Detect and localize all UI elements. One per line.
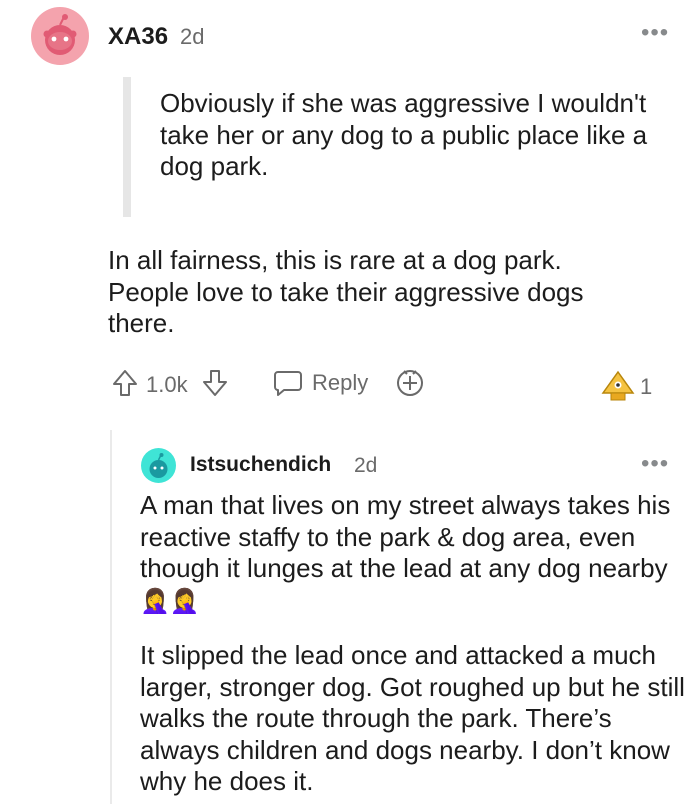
downvote-arrow-icon [203, 370, 227, 396]
comment-age: 2d [180, 24, 205, 49]
thread-line[interactable] [110, 430, 112, 804]
reply-paragraph-1: A man that lives on my street always tak… [140, 490, 685, 617]
more-options-icon[interactable]: ••• [641, 452, 669, 476]
upvote-button[interactable] [111, 368, 139, 398]
snoo-avatar-icon [149, 453, 168, 478]
facepalm-emoji: 🤦‍♀️🤦‍♀️ [140, 587, 200, 615]
helpful-award-icon [601, 370, 635, 401]
reply-button[interactable]: Reply [272, 368, 368, 398]
vote-count: 1.0k [146, 372, 188, 397]
reply-age: 2d [354, 454, 378, 477]
quote-bar [123, 77, 131, 217]
reply-paragraph-1-text: A man that lives on my street always tak… [140, 490, 671, 583]
award-badge[interactable] [600, 369, 636, 408]
upvote-arrow-icon [113, 370, 137, 396]
award-plus-icon [397, 370, 423, 396]
snoo-avatar-icon [43, 14, 77, 55]
avatar-xa36[interactable] [31, 7, 89, 65]
reply-author[interactable]: Istsuchendich [190, 453, 331, 477]
reply-bubble-icon [274, 371, 302, 396]
quoted-text: Obviously if she was aggressive I wouldn… [160, 88, 648, 181]
comment-author[interactable]: XA36 [108, 23, 168, 51]
comment-body: In all fairness, this is rare at a dog p… [108, 245, 584, 338]
award-button[interactable] [394, 367, 426, 404]
reply-paragraph-2: It slipped the lead once and attacked a … [140, 640, 685, 796]
award-count: 1 [640, 374, 653, 399]
avatar-istsuchendich[interactable] [141, 448, 176, 483]
more-options-icon[interactable]: ••• [641, 21, 669, 45]
reply-label: Reply [312, 370, 369, 395]
downvote-button[interactable] [201, 368, 229, 398]
